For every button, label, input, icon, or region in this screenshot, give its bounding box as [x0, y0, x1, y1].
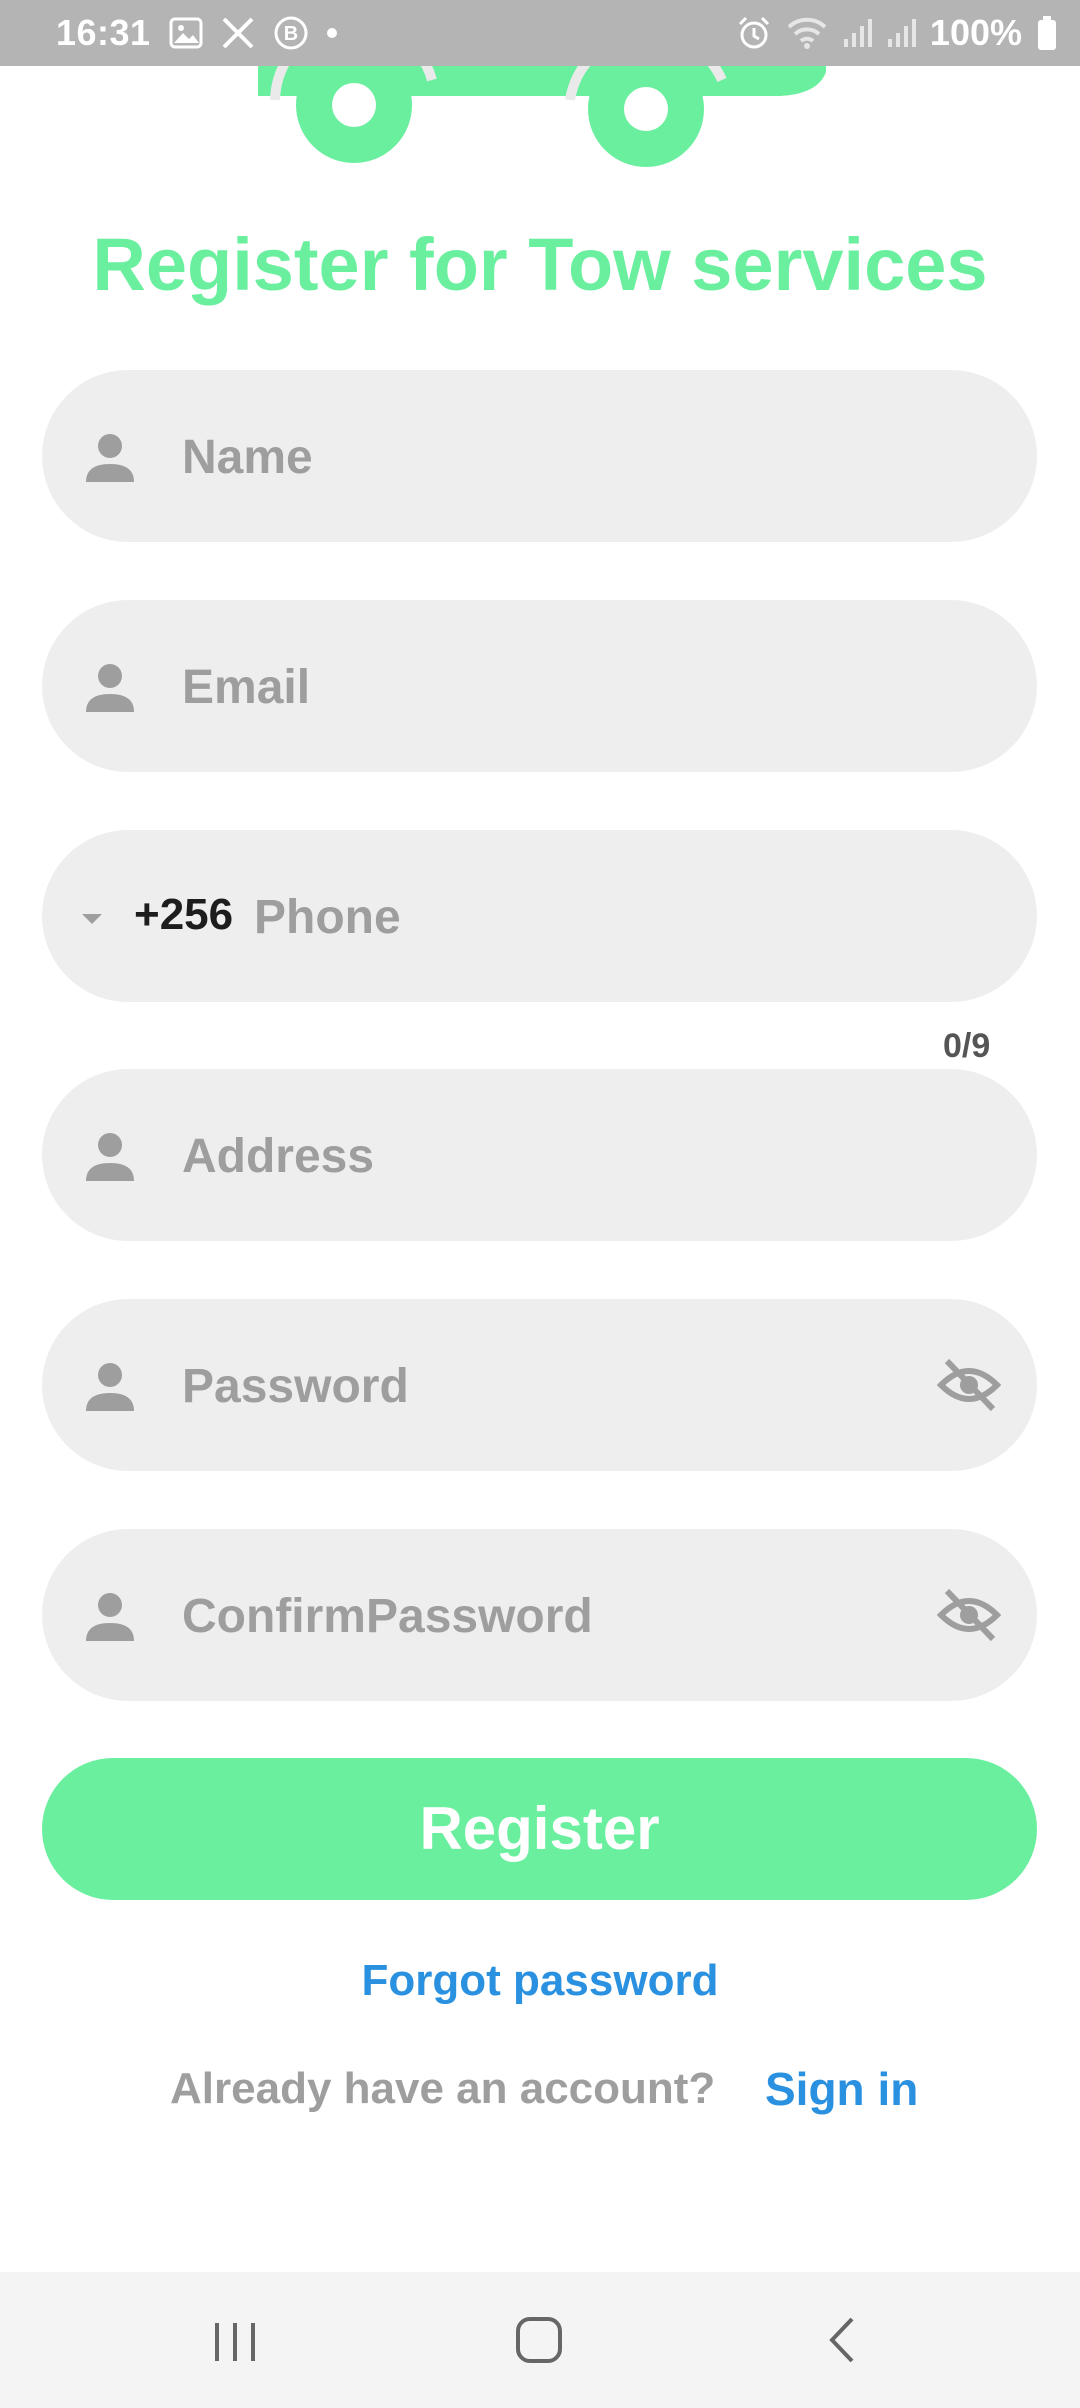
forgot-password-link[interactable]: Forgot password	[0, 1956, 1080, 2006]
status-bar: 16:31 B 100%	[0, 0, 1080, 66]
wifi-icon	[787, 17, 827, 49]
recent-apps-icon[interactable]	[212, 2319, 258, 2365]
phone-input[interactable]	[252, 870, 956, 964]
email-field[interactable]	[42, 600, 1037, 772]
x-icon	[222, 17, 253, 49]
image-icon	[169, 17, 203, 49]
page-title: Register for Tow services	[92, 223, 988, 306]
eye-off-icon[interactable]	[937, 1587, 1001, 1643]
person-icon	[86, 1593, 134, 1641]
person-icon	[86, 434, 134, 482]
navigation-bar	[0, 2272, 1080, 2408]
person-icon	[86, 664, 134, 712]
b-icon: B	[274, 16, 308, 50]
status-right: 100%	[736, 12, 1058, 54]
name-field[interactable]	[42, 370, 1037, 542]
phone-char-counter: 0/9	[943, 1027, 991, 1065]
signal-icon	[843, 19, 872, 47]
country-dropdown-icon[interactable]	[72, 902, 112, 934]
name-input[interactable]	[180, 410, 944, 504]
register-button[interactable]: Register	[42, 1758, 1037, 1900]
address-input[interactable]	[180, 1109, 944, 1203]
alarm-icon	[738, 16, 769, 49]
person-icon	[86, 1133, 134, 1181]
person-icon	[86, 1363, 134, 1411]
status-time: 16:31	[56, 12, 151, 53]
notification-dot	[326, 28, 337, 38]
confirm-password-input[interactable]	[180, 1569, 944, 1663]
confirm-password-field[interactable]	[42, 1529, 1037, 1701]
sign-in-link[interactable]: Sign in	[765, 2062, 918, 2116]
status-left: 16:31 B	[56, 12, 337, 54]
battery-percent: 100%	[929, 12, 1022, 53]
phone-field[interactable]: +256	[42, 830, 1037, 1002]
address-field[interactable]	[42, 1069, 1037, 1241]
back-icon[interactable]	[822, 2315, 862, 2365]
password-field[interactable]	[42, 1299, 1037, 1471]
already-have-account-text: Already have an account?	[170, 2064, 716, 2113]
svg-text:B: B	[283, 23, 297, 45]
email-input[interactable]	[180, 640, 944, 734]
home-icon[interactable]	[514, 2315, 564, 2365]
password-input[interactable]	[180, 1339, 944, 1433]
country-code[interactable]: +256	[134, 890, 233, 940]
battery-icon	[1038, 16, 1056, 50]
signal-icon	[887, 19, 916, 47]
eye-off-icon[interactable]	[937, 1357, 1001, 1413]
